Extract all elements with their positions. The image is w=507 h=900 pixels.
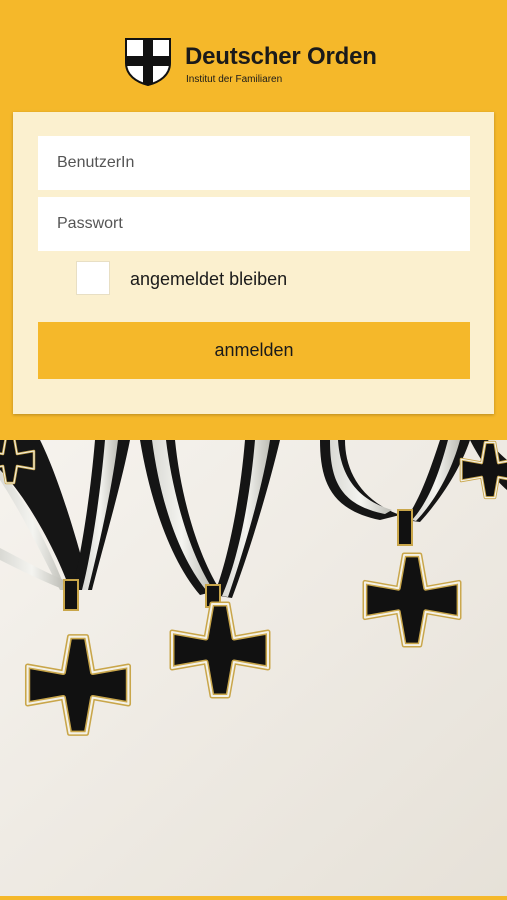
bottom-accent-bar <box>0 896 507 900</box>
brand-title: Deutscher Orden <box>185 43 377 70</box>
password-input[interactable] <box>38 197 470 251</box>
shield-cross-icon <box>125 38 171 87</box>
medals-photo <box>0 440 507 900</box>
remember-me-checkbox[interactable] <box>76 261 110 295</box>
medals-illustration <box>0 440 507 900</box>
brand-logo: Deutscher Orden Institut der Familiaren <box>124 37 394 91</box>
brand-subtitle: Institut der Familiaren <box>186 74 283 85</box>
login-card: angemeldet bleiben anmelden <box>13 112 494 414</box>
username-input[interactable] <box>38 136 470 190</box>
remember-me-row: angemeldet bleiben <box>76 261 376 297</box>
login-button[interactable]: anmelden <box>38 322 470 379</box>
header-area: Deutscher Orden Institut der Familiaren … <box>0 0 507 440</box>
remember-me-label[interactable]: angemeldet bleiben <box>130 269 287 290</box>
